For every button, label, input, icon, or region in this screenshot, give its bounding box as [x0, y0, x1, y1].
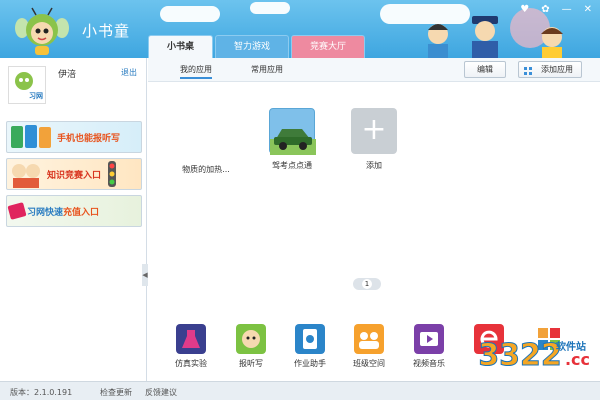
- banner-dictation-text: 手机也能报听写: [57, 133, 121, 144]
- tab-my-apps[interactable]: 我的应用: [180, 64, 212, 79]
- tool-label: 报听写: [239, 359, 263, 368]
- phones-icon: [11, 125, 51, 148]
- cloud-decor: [250, 2, 290, 14]
- version-text: 版本：2.1.0.191: [10, 388, 73, 397]
- settings-icon[interactable]: ✿: [541, 4, 549, 15]
- mascot-icon: [236, 324, 266, 354]
- banner-dictation[interactable]: 手机也能报听写: [6, 121, 142, 153]
- watermark: 3322 .cc 软件站: [478, 338, 590, 374]
- tab-contest[interactable]: 竞赛大厅: [291, 35, 366, 58]
- tool-simulation[interactable]: 仿真实验: [166, 324, 216, 369]
- window-controls: ♥ ✿ — ✕: [520, 4, 592, 15]
- app-label: 物质的加热...: [182, 165, 230, 174]
- edit-button[interactable]: 编辑: [464, 61, 506, 78]
- page-number: 1: [362, 279, 372, 289]
- mascot-logo-icon: [15, 7, 69, 55]
- traffic-light-icon: [108, 161, 117, 187]
- cloud-decor: [160, 6, 220, 22]
- check-update-link[interactable]: 检查更新: [100, 387, 132, 398]
- add-app-label: 添加应用: [541, 65, 573, 74]
- banner-recharge-text-a: 习网快速: [27, 207, 64, 218]
- students-icon: [12, 164, 40, 188]
- phone-icon: [295, 324, 325, 354]
- tool-class-space[interactable]: 班级空间: [344, 324, 394, 369]
- main-panel: 我的应用 常用应用 编辑 添加应用 物质的加热... 驾考点点通 + 添加 1 …: [148, 58, 600, 381]
- banner-contest[interactable]: 知识竞赛入口: [6, 158, 142, 190]
- app-driving[interactable]: 驾考点点通: [262, 108, 322, 171]
- tool-homework[interactable]: 作业助手: [285, 324, 335, 369]
- watermark-site: 软件站: [556, 342, 586, 353]
- status-bar: 版本：2.1.0.191 检查更新 反馈建议: [0, 381, 600, 400]
- sub-navigation: 我的应用 常用应用 编辑 添加应用: [148, 58, 600, 82]
- tool-label: 仿真实验: [175, 359, 207, 368]
- cartoon-characters-icon: [428, 8, 563, 58]
- logout-link[interactable]: 退出: [121, 67, 137, 78]
- video-icon: [414, 324, 444, 354]
- tool-label: 视频音乐: [413, 359, 445, 368]
- app-heating[interactable]: 物质的加热...: [176, 158, 236, 175]
- title-bar: 小书童 小书桌 智力游戏 竞赛大厅 ♥ ✿ — ✕: [0, 0, 600, 58]
- watermark-number: 3322: [478, 338, 562, 374]
- avatar[interactable]: 习网: [8, 66, 46, 104]
- app-title: 小书童: [82, 22, 131, 40]
- tool-label: 作业助手: [294, 359, 326, 368]
- flask-icon: [176, 324, 206, 354]
- tab-common-apps[interactable]: 常用应用: [251, 64, 283, 75]
- car-icon: [269, 108, 316, 155]
- banner-contest-text: 知识竞赛入口: [47, 170, 102, 181]
- add-app-button[interactable]: 添加应用: [518, 61, 582, 78]
- plus-icon: +: [351, 108, 397, 154]
- tab-games[interactable]: 智力游戏: [215, 35, 290, 58]
- banner-recharge[interactable]: 习网快速 充值入口: [6, 195, 142, 227]
- app-label: 驾考点点通: [272, 161, 312, 170]
- banner-recharge-text-b: 充值入口: [63, 207, 100, 218]
- tool-dictation[interactable]: 报听写: [226, 324, 276, 369]
- logo-text: 习网: [29, 92, 43, 100]
- app-label: 添加: [366, 161, 382, 170]
- page-indicator[interactable]: 1: [353, 278, 381, 290]
- skin-icon[interactable]: ♥: [520, 4, 529, 15]
- main-tabs: 小书桌 智力游戏 竞赛大厅: [148, 35, 367, 58]
- user-name: 伊涪: [58, 70, 77, 80]
- tab-desk[interactable]: 小书桌: [148, 35, 214, 58]
- app-add[interactable]: + 添加: [344, 108, 404, 171]
- grid-icon: [524, 65, 532, 75]
- minimize-button[interactable]: —: [562, 4, 572, 15]
- close-button[interactable]: ✕: [584, 4, 592, 15]
- people-icon: [354, 324, 384, 354]
- feedback-link[interactable]: 反馈建议: [145, 387, 177, 398]
- card-icon: [7, 202, 27, 220]
- tool-label: 班级空间: [353, 359, 385, 368]
- sidebar: 习网 伊涪 退出 手机也能报听写 知识竞赛入口 习网快速 充值入口 ◀: [0, 58, 148, 381]
- tool-video-music[interactable]: 视频音乐: [404, 324, 454, 369]
